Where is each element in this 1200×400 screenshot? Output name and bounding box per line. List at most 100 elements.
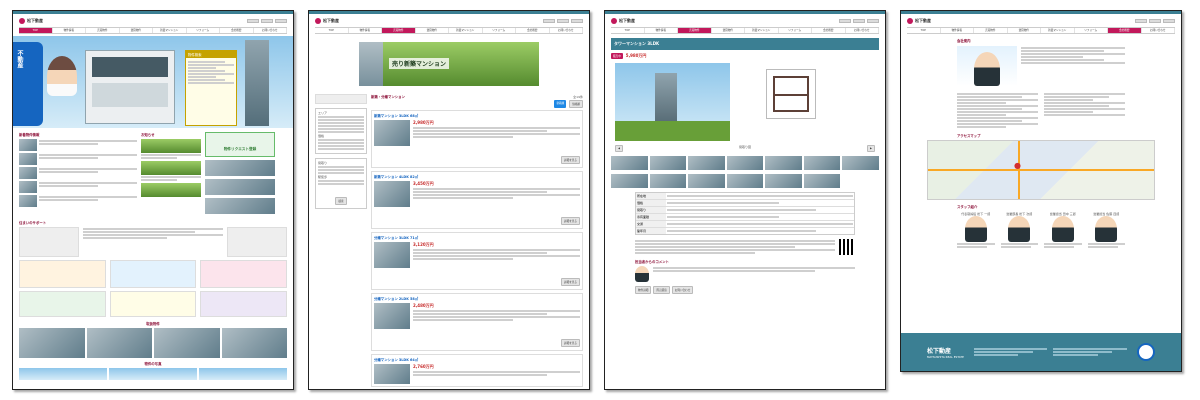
- nav-item[interactable]: お問い合わせ: [1142, 28, 1175, 33]
- nav-item[interactable]: 会社概要: [1108, 28, 1142, 33]
- thumbnail-row: [611, 156, 880, 170]
- prev-photo-button[interactable]: ◀: [615, 145, 623, 152]
- listing-title[interactable]: 分譲マンション 3LDK 71㎡: [374, 235, 580, 240]
- header-link[interactable]: [247, 18, 259, 23]
- request-banner[interactable]: 物件リクエスト登録: [224, 147, 256, 151]
- nav-item[interactable]: 新築マンション: [449, 28, 483, 33]
- nav-item[interactable]: 売買物件: [974, 28, 1008, 33]
- thumbnail[interactable]: [842, 156, 880, 170]
- thumbnail[interactable]: [611, 156, 648, 170]
- sort-new[interactable]: 新着順: [554, 100, 567, 108]
- thumbnail[interactable]: [726, 156, 764, 170]
- listing-title[interactable]: 分譲マンション 2LDK 58㎡: [374, 296, 580, 301]
- detail-price: 5,980万円: [625, 53, 647, 58]
- filter-area[interactable]: エリア: [318, 111, 364, 115]
- access-map[interactable]: ●: [927, 140, 1155, 200]
- nav-item[interactable]: 賃貸物件: [712, 28, 745, 33]
- nav-item[interactable]: 売買物件: [86, 28, 120, 33]
- header-link[interactable]: [1135, 18, 1147, 23]
- site-logo[interactable]: 松下動産: [19, 17, 43, 24]
- result-count: 全19件: [573, 94, 583, 99]
- thumbnail[interactable]: [649, 156, 687, 170]
- site-logo[interactable]: 松下動産: [907, 17, 931, 24]
- search-button[interactable]: 検索: [335, 197, 347, 205]
- nav-item[interactable]: 賃貸物件: [120, 28, 153, 33]
- thumbnail[interactable]: [765, 156, 802, 170]
- sort-price[interactable]: 価格順: [569, 100, 583, 108]
- header-link[interactable]: [543, 18, 555, 23]
- site-logo[interactable]: 松下動産: [315, 17, 339, 24]
- nav-item[interactable]: 物件情報: [941, 28, 974, 33]
- header-link[interactable]: [261, 18, 273, 23]
- detail-button[interactable]: 詳細を見る: [561, 156, 580, 164]
- nav-item[interactable]: TOP: [907, 28, 941, 33]
- nav-item[interactable]: 新築マンション: [1041, 28, 1075, 33]
- tab-inquiry[interactable]: お問い合わせ: [671, 286, 694, 294]
- nav-item[interactable]: 物件情報: [349, 28, 382, 33]
- listing-title[interactable]: 新築マンション 3LDK 68㎡: [374, 113, 580, 118]
- thumbnail[interactable]: [611, 174, 648, 188]
- header-link[interactable]: [839, 18, 851, 23]
- nav-item[interactable]: TOP: [611, 28, 645, 33]
- header-link[interactable]: [853, 18, 865, 23]
- nav-item[interactable]: お問い合わせ: [846, 28, 879, 33]
- filter-price[interactable]: 価格: [318, 134, 364, 138]
- detail-button[interactable]: 詳細を見る: [561, 278, 580, 286]
- search-box[interactable]: 物件検索: [185, 50, 237, 126]
- nav-item[interactable]: 賃貸物件: [1008, 28, 1041, 33]
- header-link[interactable]: [1163, 18, 1175, 23]
- listing-card[interactable]: 新築マンション 3LDK 68㎡ 2,980万円 詳細を見る: [371, 110, 583, 168]
- filter-station[interactable]: 駅徒歩: [318, 175, 364, 179]
- nav-item[interactable]: 会社概要: [812, 28, 846, 33]
- thumbnail[interactable]: [688, 156, 725, 170]
- nav-item[interactable]: リフォーム: [187, 28, 220, 33]
- spec-label: 所在地: [636, 193, 666, 199]
- nav-item[interactable]: リフォーム: [483, 28, 516, 33]
- detail-button[interactable]: 詳細を見る: [561, 217, 580, 225]
- header-link[interactable]: [275, 18, 287, 23]
- thumbnail[interactable]: [688, 174, 725, 188]
- thumbnail[interactable]: [803, 156, 841, 170]
- site-logo[interactable]: 松下動産: [611, 17, 635, 24]
- listing-card[interactable]: 分譲マンション 3LDK 71㎡ 3,120万円 詳細を見る: [371, 232, 583, 290]
- floorplan-image[interactable]: [766, 69, 816, 119]
- nav-item[interactable]: TOP: [19, 28, 53, 33]
- nav-item[interactable]: リフォーム: [779, 28, 812, 33]
- listing-page-panel: 松下動産 TOP 物件情報 売買物件 賃貸物件 新築マンション リフォーム 会社…: [308, 10, 590, 390]
- detail-button[interactable]: 詳細を見る: [561, 339, 580, 347]
- thumbnail[interactable]: [803, 174, 841, 188]
- nav-item[interactable]: リフォーム: [1075, 28, 1108, 33]
- header-link[interactable]: [557, 18, 569, 23]
- main-photo[interactable]: [615, 63, 730, 141]
- next-photo-button[interactable]: ▶: [866, 145, 875, 152]
- header-link[interactable]: [867, 18, 879, 23]
- nav-item[interactable]: TOP: [315, 28, 349, 33]
- thumbnail[interactable]: [765, 174, 802, 188]
- header-link[interactable]: [571, 18, 583, 23]
- tab-detail[interactable]: 物件詳細: [635, 286, 652, 294]
- nav-item[interactable]: 物件情報: [53, 28, 86, 33]
- listing-title[interactable]: 新築マンション 4LDK 82㎡: [374, 174, 580, 179]
- certification-badge-icon: [1137, 343, 1155, 361]
- listing-card[interactable]: 分譲マンション 2LDK 58㎡ 2,480万円 詳細を見る: [371, 293, 583, 351]
- thumbnail[interactable]: [726, 174, 764, 188]
- filter-layout[interactable]: 間取り: [318, 161, 364, 165]
- header-link[interactable]: [1149, 18, 1161, 23]
- nav-item[interactable]: 売買物件: [382, 28, 416, 33]
- nav-item[interactable]: 新築マンション: [153, 28, 187, 33]
- tab-surroundings[interactable]: 周辺環境: [653, 286, 670, 294]
- nav-item[interactable]: 会社概要: [220, 28, 254, 33]
- listing-title[interactable]: 分譲マンション 3LDK 64㎡: [374, 357, 580, 362]
- nav-item[interactable]: 売買物件: [678, 28, 712, 33]
- nav-item[interactable]: 物件情報: [645, 28, 678, 33]
- listing-price: 3,450万円: [413, 181, 434, 186]
- listing-card[interactable]: 新築マンション 4LDK 82㎡ 3,450万円 詳細を見る: [371, 171, 583, 229]
- nav-item[interactable]: お問い合わせ: [550, 28, 583, 33]
- nav-item[interactable]: お問い合わせ: [254, 28, 287, 33]
- nav-item[interactable]: 賃貸物件: [416, 28, 449, 33]
- nav-item[interactable]: 新築マンション: [745, 28, 779, 33]
- nav-item[interactable]: 会社概要: [516, 28, 550, 33]
- thumbnail[interactable]: [649, 174, 687, 188]
- listing-card[interactable]: 分譲マンション 3LDK 64㎡ 2,760万円: [371, 354, 583, 387]
- detail-title: タワーマンション 3LDK: [614, 41, 660, 46]
